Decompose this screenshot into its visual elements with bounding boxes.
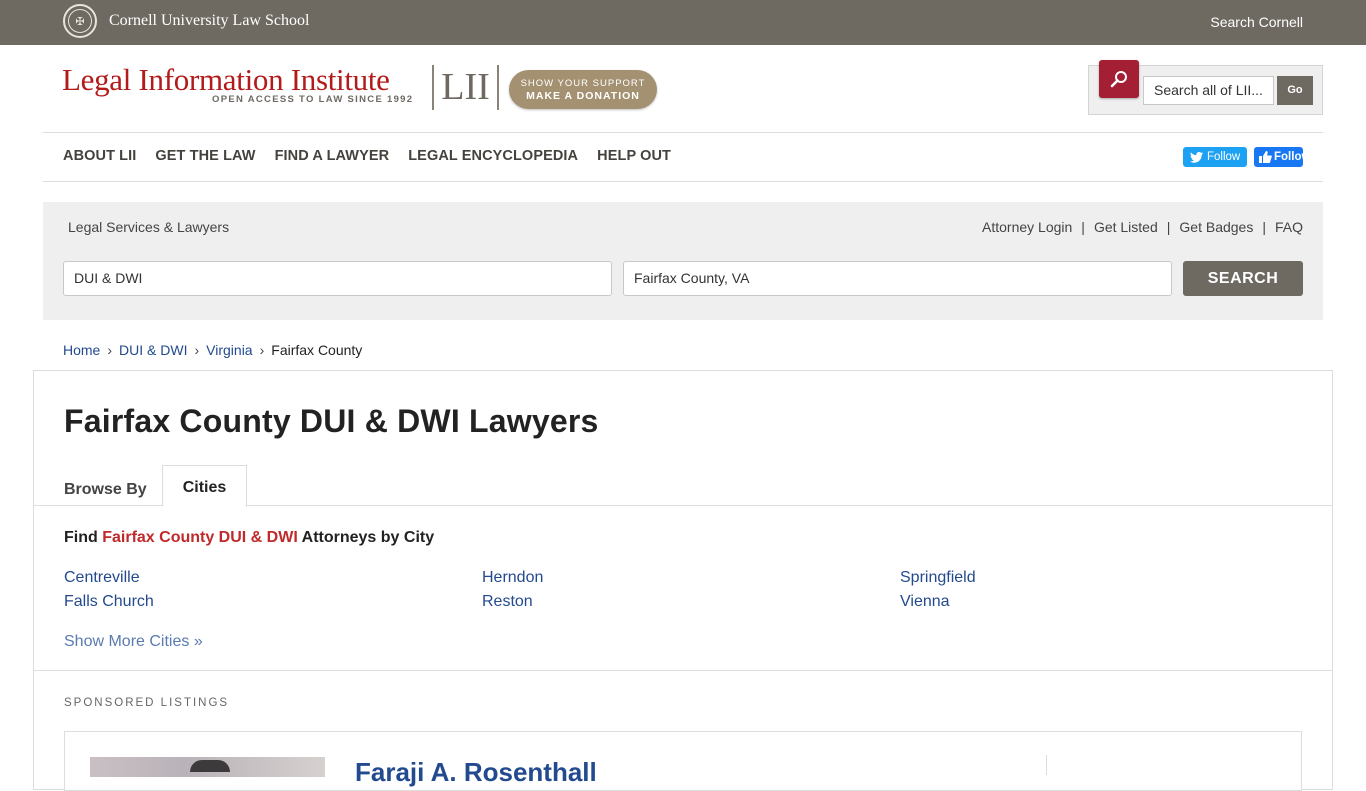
find-prefix: Find: [64, 529, 98, 546]
breadcrumb-current: Fairfax County: [271, 342, 363, 358]
link-separator: |: [1166, 219, 1171, 235]
legal-services-home-link[interactable]: Legal Services & Lawyers: [68, 219, 229, 235]
search-cornell-link[interactable]: Search Cornell: [1210, 14, 1303, 30]
nav-item-find-a-lawyer[interactable]: FIND A LAWYER: [275, 148, 390, 164]
sponsored-divider: [34, 670, 1332, 671]
nav-item-get-the-law[interactable]: GET THE LAW: [155, 148, 255, 164]
search-toggle-button[interactable]: [1099, 60, 1139, 98]
lawyer-name-link[interactable]: Faraji A. Rosenthall: [355, 757, 597, 788]
lawyer-photo-detail: [190, 760, 230, 772]
city-link-herndon[interactable]: Herndon: [482, 569, 543, 587]
city-link-vienna[interactable]: Vienna: [900, 593, 950, 611]
breadcrumb-separator: ›: [107, 342, 113, 358]
lii-logo-subtitle: OPEN ACCESS TO LAW SINCE 1992: [212, 94, 414, 105]
find-highlight: Fairfax County DUI & DWI: [102, 529, 298, 546]
listing-column-divider: [1046, 755, 1047, 775]
breadcrumb: Home › DUI & DWI › Virginia › Fairfax Co…: [63, 342, 362, 358]
sponsored-listings-label: SPONSORED LISTINGS: [64, 697, 230, 709]
lii-logo-mark[interactable]: LII: [432, 65, 499, 110]
faq-link[interactable]: FAQ: [1275, 219, 1303, 235]
twitter-follow-button[interactable]: Follow: [1183, 147, 1247, 167]
show-more-cities-link[interactable]: Show More Cities »: [64, 633, 203, 651]
cornell-law-school-link[interactable]: Cornell University Law School: [109, 12, 309, 30]
attorney-login-link[interactable]: Attorney Login: [982, 219, 1072, 235]
breadcrumb-virginia[interactable]: Virginia: [206, 342, 252, 358]
browse-by-label: Browse By: [64, 481, 147, 498]
practice-area-input[interactable]: DUI & DWI: [63, 261, 612, 296]
breadcrumb-separator: ›: [259, 342, 265, 358]
nav-top-divider: [43, 132, 1323, 133]
site-search-input[interactable]: Search all of LII...: [1143, 76, 1274, 105]
facebook-like-icon: [1259, 151, 1272, 163]
city-link-falls-church[interactable]: Falls Church: [64, 593, 154, 611]
city-link-springfield[interactable]: Springfield: [900, 569, 976, 587]
donate-line-1: SHOW YOUR SUPPORT: [520, 78, 646, 89]
nav-item-legal-encyclopedia[interactable]: LEGAL ENCYCLOPEDIA: [408, 148, 578, 164]
link-separator: |: [1081, 219, 1085, 235]
breadcrumb-home[interactable]: Home: [63, 342, 100, 358]
main-nav: ABOUT LII GET THE LAW FIND A LAWYER LEGA…: [63, 148, 671, 164]
nav-item-about-lii[interactable]: ABOUT LII: [63, 148, 136, 164]
attorney-links: Attorney Login | Get Listed | Get Badges…: [982, 219, 1303, 235]
tab-cities[interactable]: Cities: [162, 465, 247, 507]
cornell-seal-icon[interactable]: ✠: [63, 4, 97, 38]
twitter-follow-label: Follow: [1207, 151, 1241, 163]
nav-item-help-out[interactable]: HELP OUT: [597, 148, 671, 164]
page-title: Fairfax County DUI & DWI Lawyers: [64, 403, 599, 439]
search-icon: [1110, 71, 1127, 88]
city-link-centreville[interactable]: Centreville: [64, 569, 140, 587]
get-badges-link[interactable]: Get Badges: [1179, 219, 1253, 235]
lii-logo-title[interactable]: Legal Information Institute: [62, 62, 390, 98]
facebook-follow-button[interactable]: Follow: [1254, 147, 1303, 167]
get-listed-link[interactable]: Get Listed: [1094, 219, 1158, 235]
donate-line-2: MAKE A DONATION: [526, 90, 640, 102]
breadcrumb-dui-dwi[interactable]: DUI & DWI: [119, 342, 187, 358]
cornell-seal-inner: ✠: [68, 9, 92, 33]
location-input[interactable]: Fairfax County, VA: [623, 261, 1172, 296]
city-link-reston[interactable]: Reston: [482, 593, 533, 611]
link-separator: |: [1262, 219, 1266, 235]
facebook-follow-label: Follow: [1274, 151, 1303, 163]
breadcrumb-separator: ›: [194, 342, 200, 358]
donate-button[interactable]: SHOW YOUR SUPPORT MAKE A DONATION: [509, 70, 657, 109]
go-button[interactable]: Go: [1277, 76, 1313, 105]
find-suffix: Attorneys by City: [301, 529, 435, 546]
lawyer-search-button[interactable]: SEARCH: [1183, 261, 1303, 296]
twitter-bird-icon: [1190, 152, 1203, 163]
find-by-city-heading: Find Fairfax County DUI & DWI Attorneys …: [64, 529, 434, 547]
nav-bottom-divider: [43, 181, 1323, 182]
